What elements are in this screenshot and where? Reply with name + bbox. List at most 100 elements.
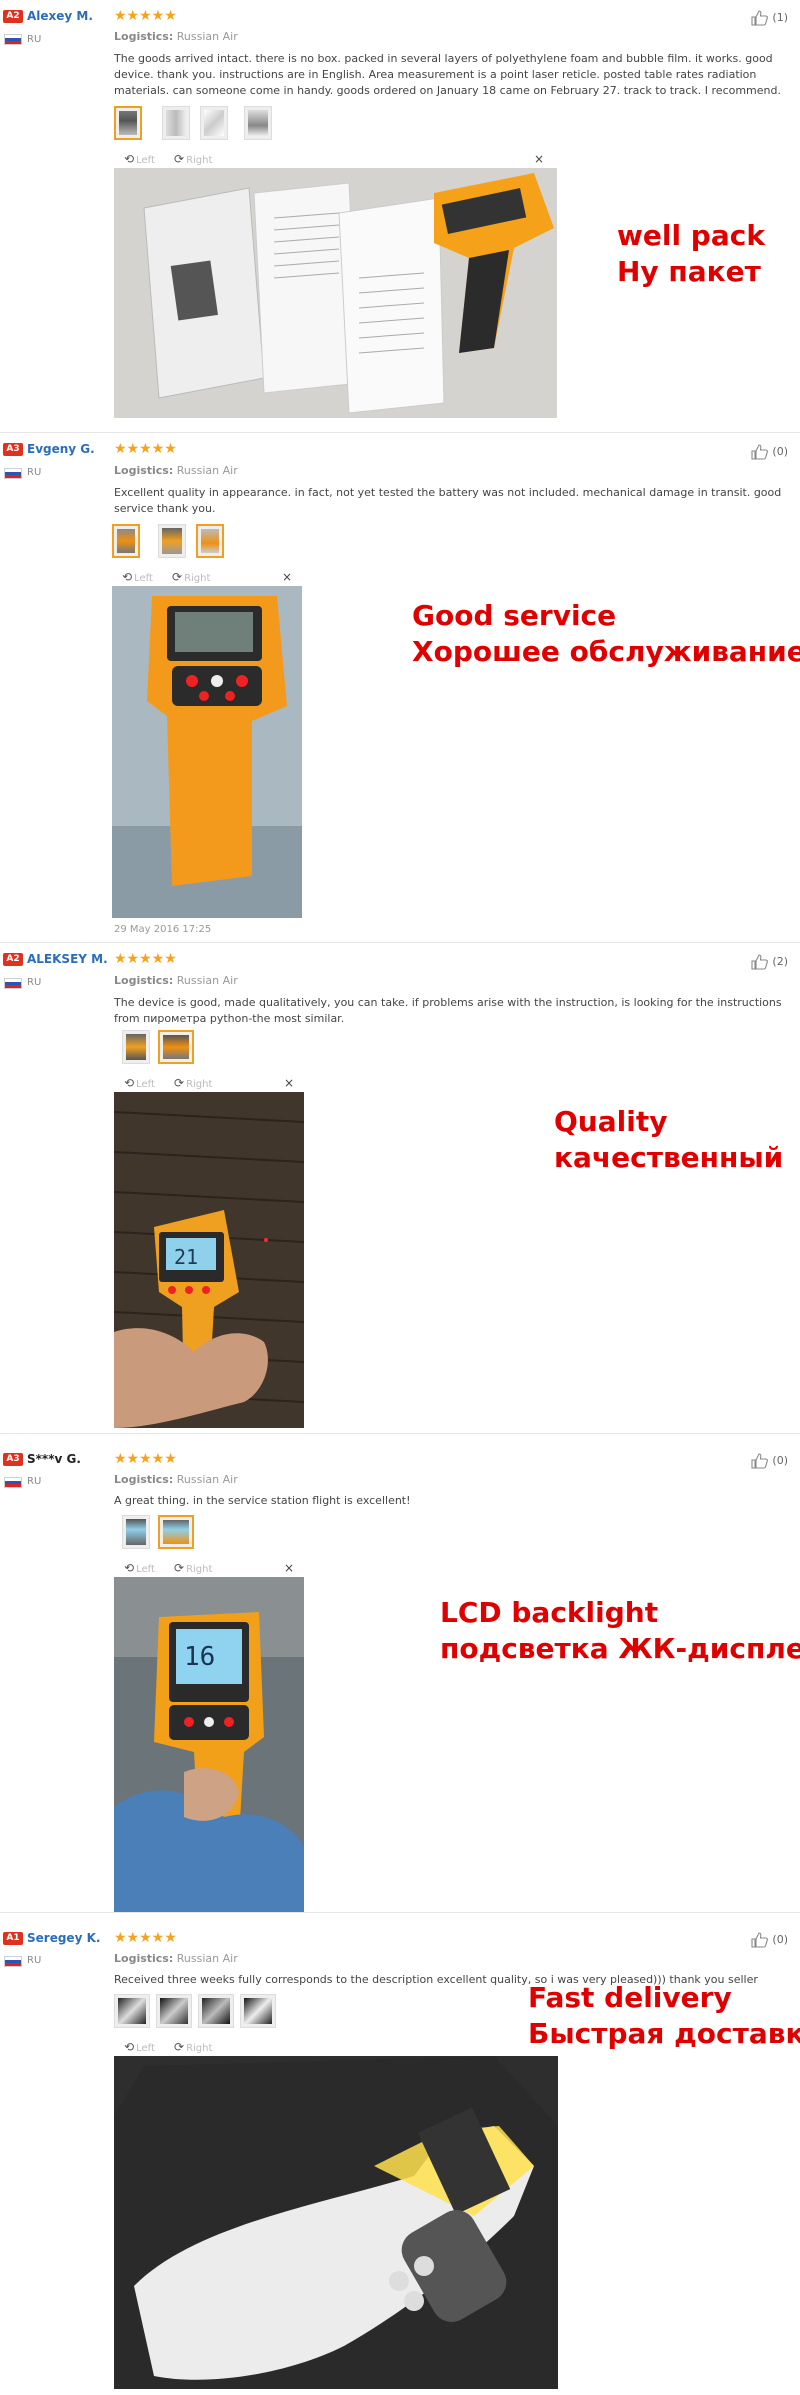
photo-viewer-toolbar: ⟲ Left ⟳ Right × <box>112 570 302 584</box>
reviewer-name[interactable]: S***v G. <box>27 1452 81 1466</box>
logistics-info: Logistics: Russian Air <box>114 1952 238 1965</box>
rotate-left-button[interactable]: ⟲ Left <box>124 1561 155 1577</box>
rotate-right-button[interactable]: ⟳ Right <box>174 1561 212 1577</box>
star-rating: ★★★★★ <box>114 951 177 967</box>
review-2: A3 Evgeny G. RU ★★★★★ Logistics: Russian… <box>0 434 800 954</box>
photo-caption: well pack Ну пакет <box>617 219 765 288</box>
photo-thumbnail[interactable] <box>114 106 142 140</box>
review-date: 29 May 2016 17:25 <box>114 924 212 935</box>
logistics-value: Russian Air <box>176 1473 238 1486</box>
reviewer-name[interactable]: Evgeny G. <box>27 442 95 456</box>
close-icon[interactable]: × <box>284 1561 294 1575</box>
logistics-value: Russian Air <box>176 464 238 477</box>
reviewer-name[interactable]: Seregey K. <box>27 1931 100 1945</box>
helpful-button[interactable]: (0) <box>751 1932 788 1948</box>
photo-viewer-toolbar: ⟲ Left ⟳ Right × <box>114 152 554 166</box>
close-icon[interactable]: × <box>284 1076 294 1090</box>
review-text: The device is good, made qualitatively, … <box>114 996 782 1025</box>
country-code: RU <box>27 467 42 478</box>
logistics-label: Logistics: <box>114 1952 174 1965</box>
review-divider <box>0 1912 800 1913</box>
close-icon[interactable]: × <box>282 570 292 584</box>
review-photo <box>114 2056 558 2389</box>
logistics-value: Russian Air <box>176 974 238 987</box>
thumbs-up-icon <box>751 1453 768 1469</box>
photo-thumbnail[interactable] <box>200 106 228 140</box>
logistics-value: Russian Air <box>176 30 238 43</box>
photo-caption: LCD backlight подсветка ЖК-дисплея <box>440 1596 800 1665</box>
logistics-label: Logistics: <box>114 1473 174 1486</box>
review-divider <box>0 942 800 943</box>
photo-thumbnail[interactable] <box>244 106 272 140</box>
rotate-left-button[interactable]: ⟲ Left <box>124 2040 155 2056</box>
flag-icon <box>4 978 22 989</box>
reviewer-name[interactable]: ALEKSEY M. <box>27 952 108 966</box>
thermometer-in-hand-image: 21 <box>114 1092 304 1428</box>
photo-thumbnail[interactable] <box>158 1515 194 1549</box>
photo-thumbnail[interactable] <box>196 524 224 558</box>
level-badge: A2 <box>3 10 23 23</box>
logistics-value: Russian Air <box>176 1952 238 1965</box>
svg-text:16: 16 <box>184 1642 215 1672</box>
helpful-button[interactable]: (1) <box>751 10 788 26</box>
photo-thumbnail[interactable] <box>158 1030 194 1064</box>
star-rating: ★★★★★ <box>114 1930 177 1946</box>
photo-thumbnail[interactable] <box>158 524 186 558</box>
logistics-label: Logistics: <box>114 30 174 43</box>
rotate-right-button[interactable]: ⟳ Right <box>174 1076 212 1092</box>
rotate-right-button[interactable]: ⟳ Right <box>174 2040 212 2056</box>
review-4: A3 S***v G. RU ★★★★★ Logistics: Russian … <box>0 1435 800 1915</box>
star-rating: ★★★★★ <box>114 8 177 24</box>
like-count: (2) <box>772 955 788 968</box>
rotate-right-button[interactable]: ⟳ Right <box>172 570 210 586</box>
rotate-right-button[interactable]: ⟳ Right <box>174 152 212 168</box>
review-photo: 16 <box>114 1577 304 1913</box>
photo-viewer-toolbar: ⟲ Left ⟳ Right × <box>114 1076 304 1090</box>
review-photo: 21 <box>114 1092 304 1428</box>
delivered-thermometer-image <box>114 2056 558 2389</box>
logistics-info: Logistics: Russian Air <box>114 30 238 43</box>
review-photo <box>114 168 557 418</box>
photo-thumbnail[interactable] <box>156 1994 192 2028</box>
review-text: A great thing. in the service station fl… <box>114 1494 411 1507</box>
photo-thumbnail[interactable] <box>240 1994 276 2028</box>
level-badge: A1 <box>3 1932 23 1945</box>
rotate-left-button[interactable]: ⟲ Left <box>124 152 155 168</box>
photo-thumbnail[interactable] <box>122 1030 150 1064</box>
photo-thumbnail[interactable] <box>114 1994 150 2028</box>
review-3: A2 ALEKSEY M. RU ★★★★★ Logistics: Russia… <box>0 944 800 1434</box>
photo-viewer-toolbar: ⟲ Left ⟳ Right <box>114 2040 314 2054</box>
star-rating: ★★★★★ <box>114 1451 177 1467</box>
photo-thumbnail[interactable] <box>112 524 140 558</box>
rotate-left-button[interactable]: ⟲ Left <box>122 570 153 586</box>
logistics-label: Logistics: <box>114 464 174 477</box>
photo-thumbnail[interactable] <box>162 106 190 140</box>
level-badge: A3 <box>3 443 23 456</box>
review-photo <box>112 586 302 918</box>
photo-thumbnail[interactable] <box>122 1515 150 1549</box>
country-code: RU <box>27 1476 42 1487</box>
thumbs-up-icon <box>751 954 768 970</box>
flag-icon <box>4 34 22 45</box>
helpful-button[interactable]: (0) <box>751 1453 788 1469</box>
flag-icon <box>4 1477 22 1488</box>
flag-icon <box>4 468 22 479</box>
reviewer-name[interactable]: Alexey M. <box>27 9 93 23</box>
review-text: Excellent quality in appearance. in fact… <box>114 486 782 515</box>
review-divider <box>0 1433 800 1434</box>
photo-thumbnail[interactable] <box>198 1994 234 2028</box>
thermometer-photo-image <box>112 586 302 918</box>
close-icon[interactable]: × <box>534 152 544 166</box>
review-1: A2 Alexey M. RU ★★★★★ Logistics: Russian… <box>0 0 800 430</box>
rotate-left-button[interactable]: ⟲ Left <box>124 1076 155 1092</box>
review-text: The goods arrived intact. there is no bo… <box>114 52 781 97</box>
thermometer-manual-image <box>114 168 557 418</box>
helpful-button[interactable]: (0) <box>751 444 788 460</box>
star-rating: ★★★★★ <box>114 441 177 457</box>
like-count: (0) <box>772 1454 788 1467</box>
helpful-button[interactable]: (2) <box>751 954 788 970</box>
thumbs-up-icon <box>751 1932 768 1948</box>
logistics-info: Logistics: Russian Air <box>114 974 238 987</box>
photo-caption: Good service Хорошее обслуживание <box>412 599 800 668</box>
like-count: (1) <box>772 11 788 24</box>
